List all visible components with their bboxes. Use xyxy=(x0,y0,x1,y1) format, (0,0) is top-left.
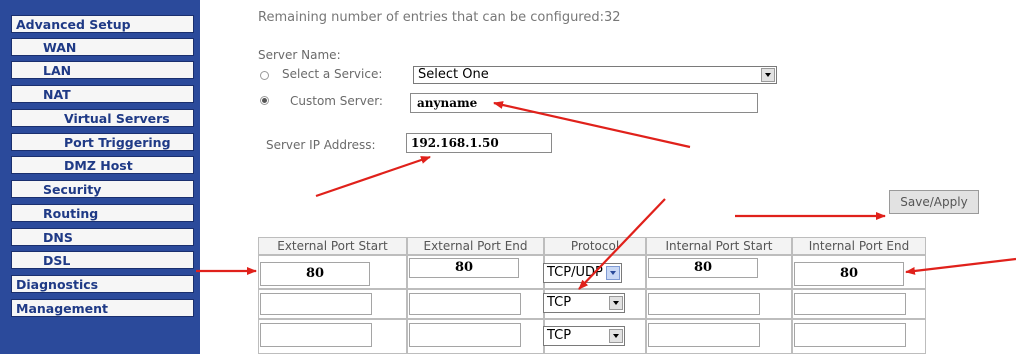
ext-port-end-input[interactable]: 80 xyxy=(409,258,519,278)
nav-advanced-setup[interactable]: Advanced Setup xyxy=(11,15,194,33)
header-external-port-end: External Port End xyxy=(407,237,544,255)
nav-lan[interactable]: LAN xyxy=(11,61,194,79)
nav-dns[interactable]: DNS xyxy=(11,228,194,246)
nav-nat[interactable]: NAT xyxy=(11,85,194,103)
custom-server-label: Custom Server: xyxy=(290,94,383,108)
server-name-label: Server Name: xyxy=(258,48,341,62)
chevron-down-icon xyxy=(606,266,620,280)
int-port-end-input[interactable] xyxy=(794,293,906,315)
ext-port-end-input[interactable] xyxy=(409,293,521,315)
nav-management[interactable]: Management xyxy=(11,299,194,317)
nav-diagnostics[interactable]: Diagnostics xyxy=(11,275,194,293)
int-port-start-input[interactable] xyxy=(648,323,760,347)
save-apply-button[interactable]: Save/Apply xyxy=(889,190,979,214)
custom-server-input[interactable]: anyname xyxy=(410,93,758,113)
int-port-start-input[interactable] xyxy=(648,293,760,315)
ext-port-start-input[interactable] xyxy=(260,293,372,315)
chevron-down-icon xyxy=(609,296,623,310)
ext-port-start-input[interactable]: 80 xyxy=(260,262,370,286)
nav-port-triggering[interactable]: Port Triggering xyxy=(11,133,194,151)
service-select[interactable]: Select One xyxy=(413,66,777,84)
header-internal-port-end: Internal Port End xyxy=(792,237,926,255)
custom-server-radio[interactable] xyxy=(260,96,269,105)
nav-virtual-servers[interactable]: Virtual Servers xyxy=(11,109,194,127)
protocol-select[interactable]: TCP xyxy=(543,326,625,346)
remaining-entries-text: Remaining number of entries that can be … xyxy=(258,10,621,25)
protocol-select-value: TCP xyxy=(547,328,572,343)
protocol-select-value: TCP/UDP xyxy=(547,265,603,280)
chevron-down-icon xyxy=(761,68,775,82)
header-external-port-start: External Port Start xyxy=(258,237,407,255)
nav-security[interactable]: Security xyxy=(11,180,194,198)
protocol-select[interactable]: TCP/UDP xyxy=(543,263,622,283)
nav-wan[interactable]: WAN xyxy=(11,38,194,56)
ext-port-start-input[interactable] xyxy=(260,323,372,347)
ext-port-end-input[interactable] xyxy=(409,323,521,347)
service-select-value: Select One xyxy=(418,67,489,82)
nav-dmz-host[interactable]: DMZ Host xyxy=(11,156,194,174)
int-port-end-input[interactable] xyxy=(794,323,906,347)
select-service-radio[interactable] xyxy=(260,71,269,80)
nav-dsl[interactable]: DSL xyxy=(11,251,194,269)
header-internal-port-start: Internal Port Start xyxy=(646,237,792,255)
protocol-select[interactable]: TCP xyxy=(543,293,625,313)
nav-routing[interactable]: Routing xyxy=(11,204,194,222)
server-ip-input[interactable]: 192.168.1.50 xyxy=(406,133,552,153)
int-port-start-input[interactable]: 80 xyxy=(648,258,758,278)
int-port-end-input[interactable]: 80 xyxy=(794,262,904,286)
sidebar-nav: Advanced Setup WAN LAN NAT Virtual Serve… xyxy=(0,0,200,354)
chevron-down-icon xyxy=(609,329,623,343)
protocol-select-value: TCP xyxy=(547,295,572,310)
main-content: Remaining number of entries that can be … xyxy=(200,0,1016,354)
select-service-label: Select a Service: xyxy=(282,67,383,81)
server-ip-label: Server IP Address: xyxy=(266,138,376,152)
header-protocol: Protocol xyxy=(544,237,646,255)
